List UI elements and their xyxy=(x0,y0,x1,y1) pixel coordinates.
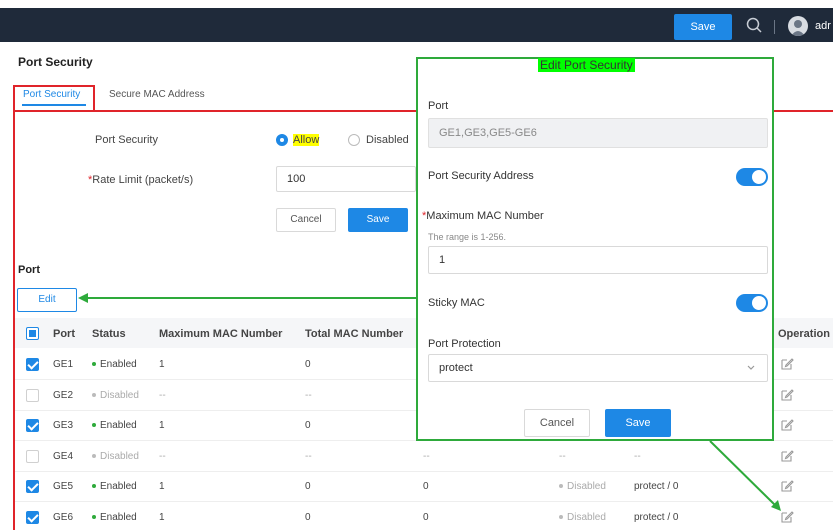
dialog-max-mac-hint: The range is 1-256. xyxy=(428,232,507,242)
dialog-title: Edit Port Security xyxy=(538,58,635,72)
dialog-cancel-button[interactable]: Cancel xyxy=(524,409,590,437)
dialog-port-field: GE1,GE3,GE5-GE6 xyxy=(428,118,768,148)
port-security-address-toggle[interactable] xyxy=(736,168,768,186)
dialog-protection-label: Port Protection xyxy=(428,338,501,350)
arrow-to-operation-line xyxy=(709,440,776,506)
dialog-max-mac-label: *Maximum MAC Number xyxy=(422,210,544,222)
port-protection-value: protect xyxy=(439,362,473,374)
sticky-mac-toggle[interactable] xyxy=(736,294,768,312)
dialog-save-button[interactable]: Save xyxy=(605,409,671,437)
port-protection-select[interactable]: protect xyxy=(428,354,768,382)
dialog-max-mac-text: Maximum MAC Number xyxy=(426,210,544,222)
chevron-down-icon xyxy=(747,365,755,370)
dialog-sticky-label: Sticky MAC xyxy=(428,297,485,309)
dialog-address-label: Port Security Address xyxy=(428,170,534,182)
dialog-max-mac-input[interactable]: 1 xyxy=(428,246,768,274)
arrow-to-edit-head xyxy=(78,293,88,303)
dialog-port-label: Port xyxy=(428,100,449,112)
